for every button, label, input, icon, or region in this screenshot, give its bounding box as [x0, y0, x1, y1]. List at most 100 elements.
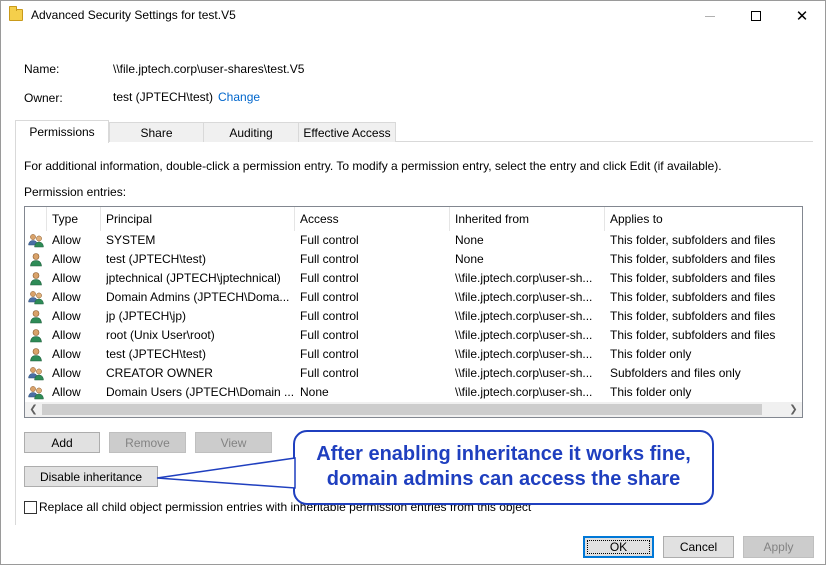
close-button[interactable]: ✕	[779, 1, 825, 31]
cell-access: Full control	[300, 290, 359, 304]
tab-auditing[interactable]: Auditing	[203, 122, 299, 142]
callout-line-1: After enabling inheritance it works fine…	[316, 443, 691, 465]
cell-type: Allow	[52, 309, 81, 323]
cell-applies-to: This folder, subfolders and files	[610, 271, 776, 285]
callout-pointer	[156, 457, 296, 489]
remove-button[interactable]: Remove	[109, 432, 186, 453]
cell-principal: SYSTEM	[106, 233, 156, 247]
cell-access: Full control	[300, 347, 359, 361]
table-row[interactable]: Allow test (JPTECH\test) Full control \\fil…	[25, 345, 802, 364]
tab-effective-access[interactable]: Effective Access	[298, 122, 396, 142]
user-icon	[30, 272, 42, 286]
cell-principal: jp (JPTECH\jp)	[106, 309, 187, 323]
cell-type: Allow	[52, 271, 81, 285]
cell-access: None	[300, 385, 329, 399]
cell-inherited-from: \\file.jptech.corp\user-sh...	[455, 366, 593, 380]
title-bar[interactable]: Advanced Security Settings for test.V5 ✕	[1, 1, 825, 31]
apply-button-label: Apply	[763, 540, 794, 554]
group-icon	[28, 386, 44, 400]
cell-type: Allow	[52, 233, 81, 247]
ok-button[interactable]: OK	[583, 536, 654, 558]
tab-permissions[interactable]: Permissions	[15, 120, 109, 143]
cell-applies-to: This folder, subfolders and files	[610, 233, 776, 247]
name-label: Name:	[24, 62, 60, 76]
cell-access: Full control	[300, 328, 359, 342]
cell-principal: jptechnical (JPTECH\jptechnical)	[106, 271, 281, 285]
cell-inherited-from: \\file.jptech.corp\user-sh...	[455, 309, 593, 323]
apply-button[interactable]: Apply	[743, 536, 814, 558]
cell-inherited-from: None	[455, 252, 484, 266]
cell-inherited-from: \\file.jptech.corp\user-sh...	[455, 290, 593, 304]
tab-share[interactable]: Share	[109, 122, 204, 142]
table-row[interactable]: Allow SYSTEM Full control None This folder, …	[25, 231, 802, 250]
user-icon	[30, 253, 42, 267]
disable-inheritance-button[interactable]: Disable inheritance	[24, 466, 158, 487]
disable-inheritance-label: Disable inheritance	[39, 469, 143, 484]
table-header: Type Principal Access Inherited from App…	[25, 207, 802, 231]
cancel-button[interactable]: Cancel	[663, 536, 734, 558]
view-button[interactable]: View	[195, 432, 272, 453]
table-row[interactable]: Allow root (Unix User\root) Full control \\…	[25, 326, 802, 345]
scroll-left-icon[interactable]: ❮	[25, 402, 42, 417]
cell-applies-to: Subfolders and files only	[610, 366, 741, 380]
cell-inherited-from: \\file.jptech.corp\user-sh...	[455, 271, 593, 285]
cell-applies-to: This folder, subfolders and files	[610, 328, 776, 342]
table-row[interactable]: Allow CREATOR OWNER Full control \\file.jpt…	[25, 364, 802, 383]
cell-principal: test (JPTECH\test)	[106, 252, 207, 266]
user-icon	[30, 329, 42, 343]
table-row[interactable]: Allow Domain Users (JPTECH\Domain ... None…	[25, 383, 802, 402]
scroll-right-icon[interactable]: ❯	[785, 402, 802, 417]
view-button-label: View	[220, 435, 247, 450]
cell-inherited-from: \\file.jptech.corp\user-sh...	[455, 328, 593, 342]
close-icon: ✕	[795, 7, 809, 25]
user-icon	[30, 310, 42, 324]
callout-text: After enabling inheritance it works fine…	[295, 442, 712, 492]
replace-child-permissions-checkbox[interactable]	[24, 501, 37, 514]
cell-inherited-from: None	[455, 233, 484, 247]
owner-label: Owner:	[24, 91, 63, 105]
cell-type: Allow	[52, 328, 81, 342]
change-owner-link[interactable]: Change	[218, 90, 260, 104]
cell-applies-to: This folder, subfolders and files	[610, 309, 776, 323]
cell-applies-to: This folder, subfolders and files	[610, 290, 776, 304]
cell-access: Full control	[300, 252, 359, 266]
column-header-access[interactable]: Access	[295, 207, 450, 231]
minimize-icon	[705, 15, 715, 17]
group-icon	[28, 291, 44, 305]
maximize-button[interactable]	[733, 1, 779, 31]
column-header-type[interactable]: Type	[47, 207, 101, 231]
column-header-inherited-from[interactable]: Inherited from	[450, 207, 605, 231]
cell-type: Allow	[52, 252, 81, 266]
table-row[interactable]: Allow Domain Admins (JPTECH\Doma... Full c…	[25, 288, 802, 307]
horizontal-scrollbar[interactable]: ❮ ❯	[25, 402, 802, 417]
info-text: For additional information, double-click…	[24, 159, 722, 173]
scrollbar-thumb[interactable]	[42, 404, 762, 415]
ok-button-label: OK	[609, 540, 628, 554]
table-row[interactable]: Allow jp (JPTECH\jp) Full control \\file.jp…	[25, 307, 802, 326]
window-title: Advanced Security Settings for test.V5	[31, 8, 236, 22]
table-row[interactable]: Allow jptechnical (JPTECH\jptechnical) Ful…	[25, 269, 802, 288]
add-button-label: Add	[51, 435, 73, 450]
maximize-icon	[751, 11, 761, 21]
cell-applies-to: This folder only	[610, 385, 692, 399]
cell-inherited-from: \\file.jptech.corp\user-sh...	[455, 385, 593, 399]
column-header-applies-to[interactable]: Applies to	[605, 207, 802, 231]
table-row[interactable]: Allow test (JPTECH\test) Full control None T…	[25, 250, 802, 269]
cell-type: Allow	[52, 347, 81, 361]
cell-type: Allow	[52, 290, 81, 304]
minimize-button[interactable]	[687, 1, 733, 31]
cell-type: Allow	[52, 366, 81, 380]
user-icon	[30, 348, 42, 362]
cell-applies-to: This folder only	[610, 347, 692, 361]
cell-access: Full control	[300, 366, 359, 380]
cell-access: Full control	[300, 309, 359, 323]
annotation-callout: After enabling inheritance it works fine…	[293, 430, 714, 505]
folder-icon	[9, 6, 23, 21]
cell-access: Full control	[300, 271, 359, 285]
column-header-principal[interactable]: Principal	[101, 207, 295, 231]
permission-entries-table[interactable]: Type Principal Access Inherited from App…	[24, 206, 803, 418]
add-button[interactable]: Add	[24, 432, 100, 453]
cell-inherited-from: \\file.jptech.corp\user-sh...	[455, 347, 593, 361]
cell-principal: CREATOR OWNER	[106, 366, 213, 380]
column-header-icon	[25, 207, 47, 231]
